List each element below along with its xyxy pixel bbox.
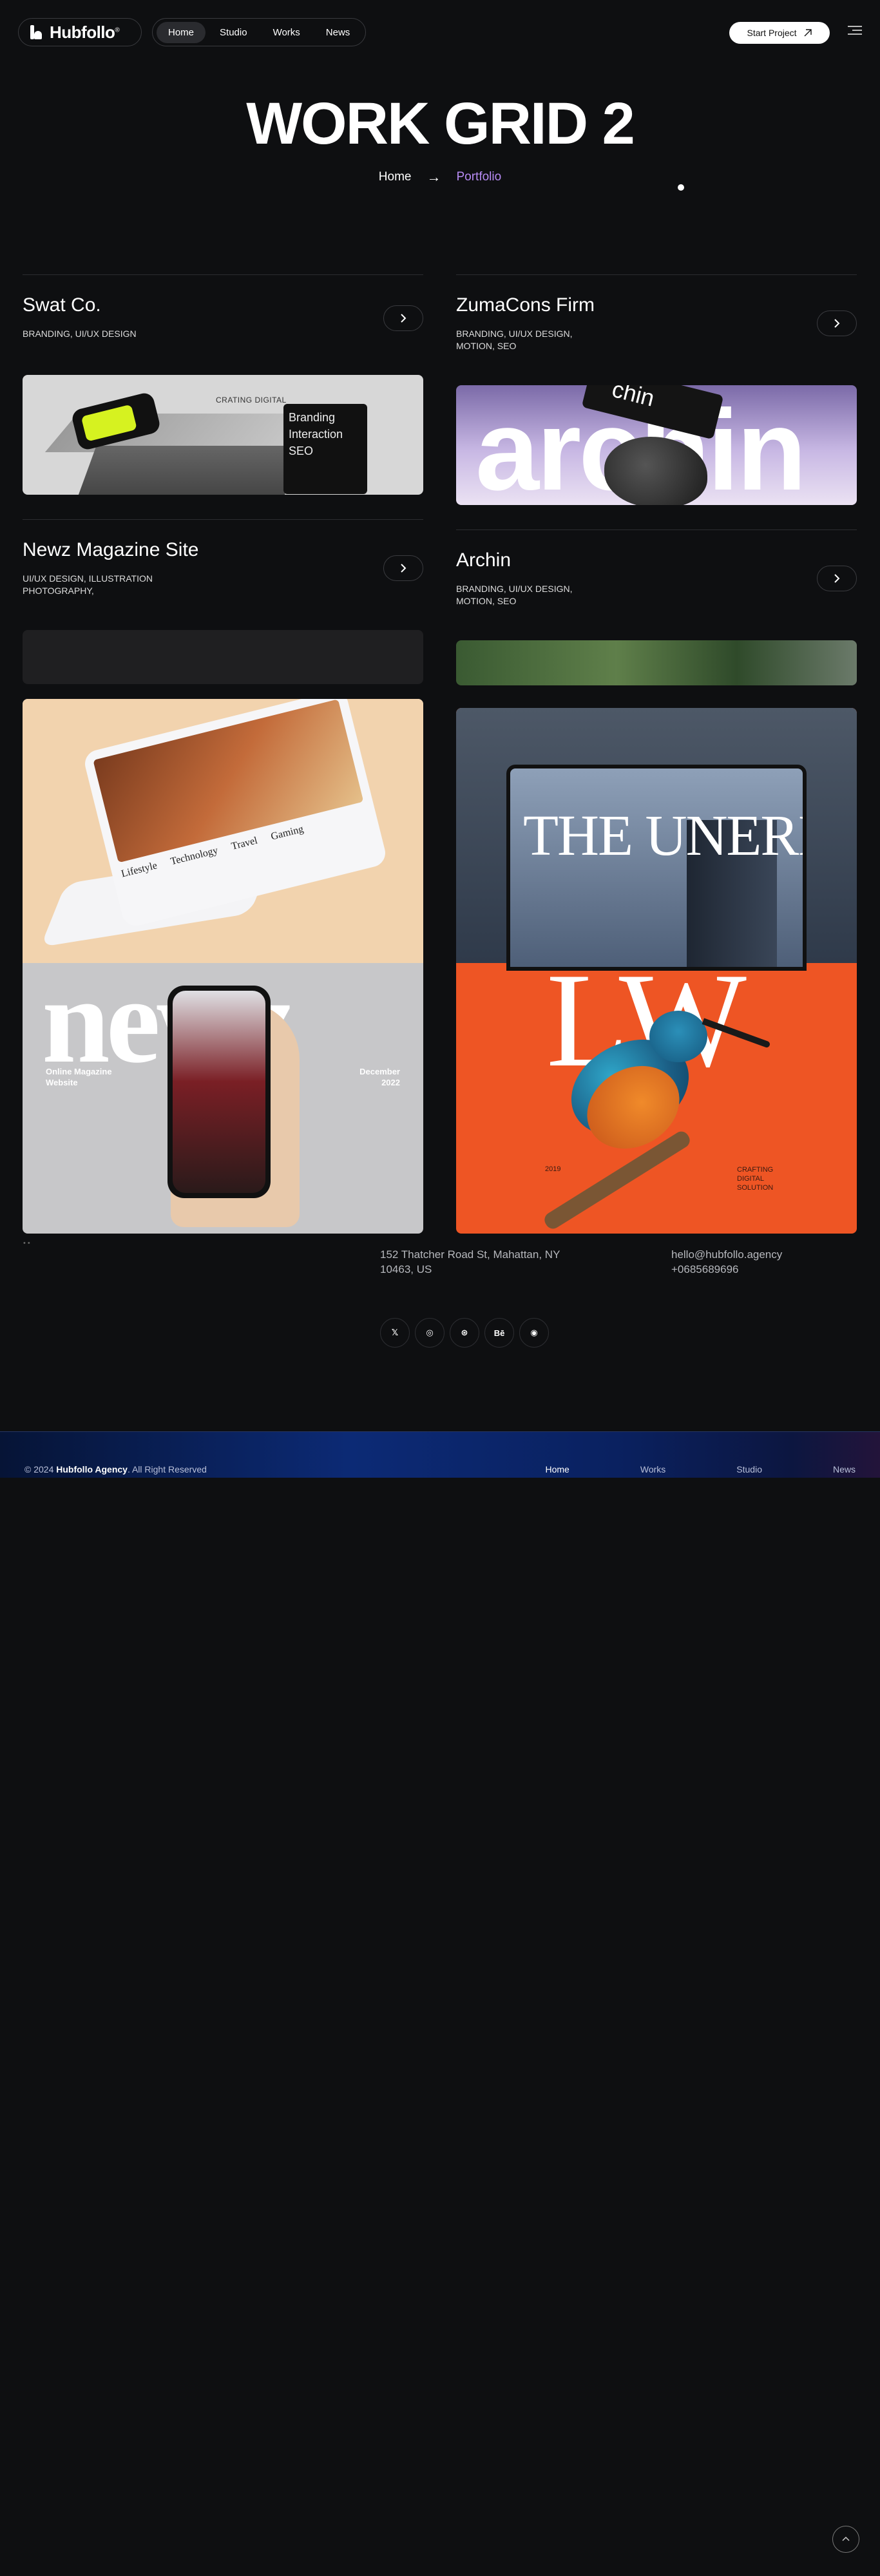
- hubfollo-logo-icon: [29, 25, 43, 39]
- chevron-right-icon: [401, 314, 407, 323]
- breadcrumb: Home → Portfolio: [0, 169, 880, 186]
- project-card[interactable]: ZumaCons Firm BRANDING, UI/UX DESIGN, MO…: [456, 274, 857, 505]
- project-card[interactable]: Newz Magazine Site UI/UX DESIGN, ILLUSTR…: [23, 519, 423, 684]
- arrow-right-icon: →: [426, 169, 441, 185]
- project-tags: BRANDING, UI/UX DESIGN: [23, 329, 137, 339]
- page-title: WORK GRID 2: [246, 91, 635, 157]
- project-title[interactable]: Archin: [456, 549, 857, 571]
- project-image[interactable]: [456, 640, 857, 685]
- dribbble-icon[interactable]: ⊛: [450, 1318, 479, 1348]
- nav-works[interactable]: Works: [262, 22, 312, 43]
- project-arrow-button[interactable]: [383, 555, 423, 581]
- nav-home[interactable]: Home: [157, 21, 206, 43]
- breadcrumb-home[interactable]: Home: [379, 170, 412, 184]
- breadcrumb-current: Portfolio: [456, 170, 502, 184]
- address: 152 Thatcher Road St, Mahattan, NY 10463…: [380, 1248, 560, 1275]
- project-card[interactable]: Archin BRANDING, UI/UX DESIGN, MOTION, S…: [456, 530, 857, 685]
- arrow-up-right-icon: [804, 29, 812, 37]
- footer-nav-studio[interactable]: Studio: [736, 1464, 762, 1474]
- logo-text: Hubfollo: [50, 22, 115, 42]
- x-twitter-icon[interactable]: 𝕏: [380, 1318, 410, 1348]
- back-to-top-button[interactable]: [832, 2526, 859, 2553]
- main-nav: Home Studio Works News: [152, 18, 367, 46]
- cursor-dot: [678, 184, 684, 191]
- contact-info: hello@hubfollo.agency +0685689696: [671, 1247, 782, 1277]
- start-project-label: Start Project: [747, 28, 797, 38]
- registered-mark: ®: [115, 26, 120, 33]
- social-links: 𝕏 ◎ ⊛ Bē ◉: [380, 1318, 549, 1348]
- chevron-right-icon: [401, 564, 407, 573]
- logo[interactable]: Hubfollo®: [18, 18, 142, 46]
- phone-link[interactable]: +0685689696: [671, 1262, 782, 1277]
- project-image[interactable]: [23, 630, 423, 684]
- hamburger-menu-icon[interactable]: [848, 26, 862, 37]
- project-card[interactable]: Swat Co. BRANDING, UI/UX DESIGN CRATING …: [23, 274, 423, 495]
- project-title[interactable]: Newz Magazine Site: [23, 539, 423, 561]
- copyright-brand[interactable]: Hubfollo Agency: [56, 1464, 128, 1474]
- phone-mockup: [167, 986, 271, 1198]
- email-link[interactable]: hello@hubfollo.agency: [671, 1247, 782, 1262]
- site-header: Hubfollo® Home Studio Works News Start P…: [18, 18, 862, 46]
- project-tags: BRANDING, UI/UX DESIGN, MOTION, SEO: [456, 584, 573, 606]
- project-image[interactable]: archin chin: [456, 385, 857, 505]
- behance-icon[interactable]: Bē: [484, 1318, 514, 1348]
- monitor-mockup: THE UNERIO: [506, 765, 807, 971]
- footer-nav-works[interactable]: Works: [640, 1464, 665, 1474]
- divider: [23, 274, 423, 275]
- chevron-up-icon: [842, 2536, 850, 2541]
- chevron-right-icon: [834, 574, 840, 583]
- instagram-icon[interactable]: ◎: [415, 1318, 445, 1348]
- unerio-showcase-image[interactable]: THE UNERIO LW 2019 CRAFTING DIGITAL SOLU…: [456, 708, 857, 1234]
- nav-news[interactable]: News: [314, 22, 362, 43]
- chevron-right-icon: [834, 319, 840, 328]
- divider: [456, 274, 857, 275]
- project-tags: BRANDING, UI/UX DESIGN, MOTION, SEO: [456, 329, 573, 351]
- start-project-button[interactable]: Start Project: [729, 22, 830, 44]
- project-arrow-button[interactable]: [817, 310, 857, 336]
- newz-showcase-image[interactable]: Lifestyle Technology Travel Gaming newz …: [23, 699, 423, 1234]
- github-icon[interactable]: ◉: [519, 1318, 549, 1348]
- footer-nav-news[interactable]: News: [833, 1464, 856, 1474]
- project-arrow-button[interactable]: [383, 305, 423, 331]
- image-caption: CRATING DIGITAL: [216, 396, 287, 405]
- project-title[interactable]: ZumaCons Firm: [456, 294, 857, 316]
- footer-stub: • •: [23, 1239, 30, 1247]
- copyright: © 2024 Hubfollo Agency. All Right Reserv…: [24, 1464, 207, 1474]
- project-arrow-button[interactable]: [817, 566, 857, 591]
- footer-nav: Home Works Studio News: [475, 1464, 856, 1474]
- project-title[interactable]: Swat Co.: [23, 294, 423, 316]
- footer-nav-home[interactable]: Home: [546, 1464, 569, 1474]
- divider: [23, 519, 423, 520]
- nav-studio[interactable]: Studio: [208, 22, 259, 43]
- site-footer: © 2024 Hubfollo Agency. All Right Reserv…: [0, 1431, 880, 1478]
- phone-mockup: Branding Interaction SEO: [283, 404, 367, 494]
- project-image[interactable]: CRATING DIGITAL Branding Interaction SEO: [23, 375, 423, 495]
- project-tags: UI/UX DESIGN, ILLUSTRATION PHOTOGRAPHY,: [23, 573, 153, 596]
